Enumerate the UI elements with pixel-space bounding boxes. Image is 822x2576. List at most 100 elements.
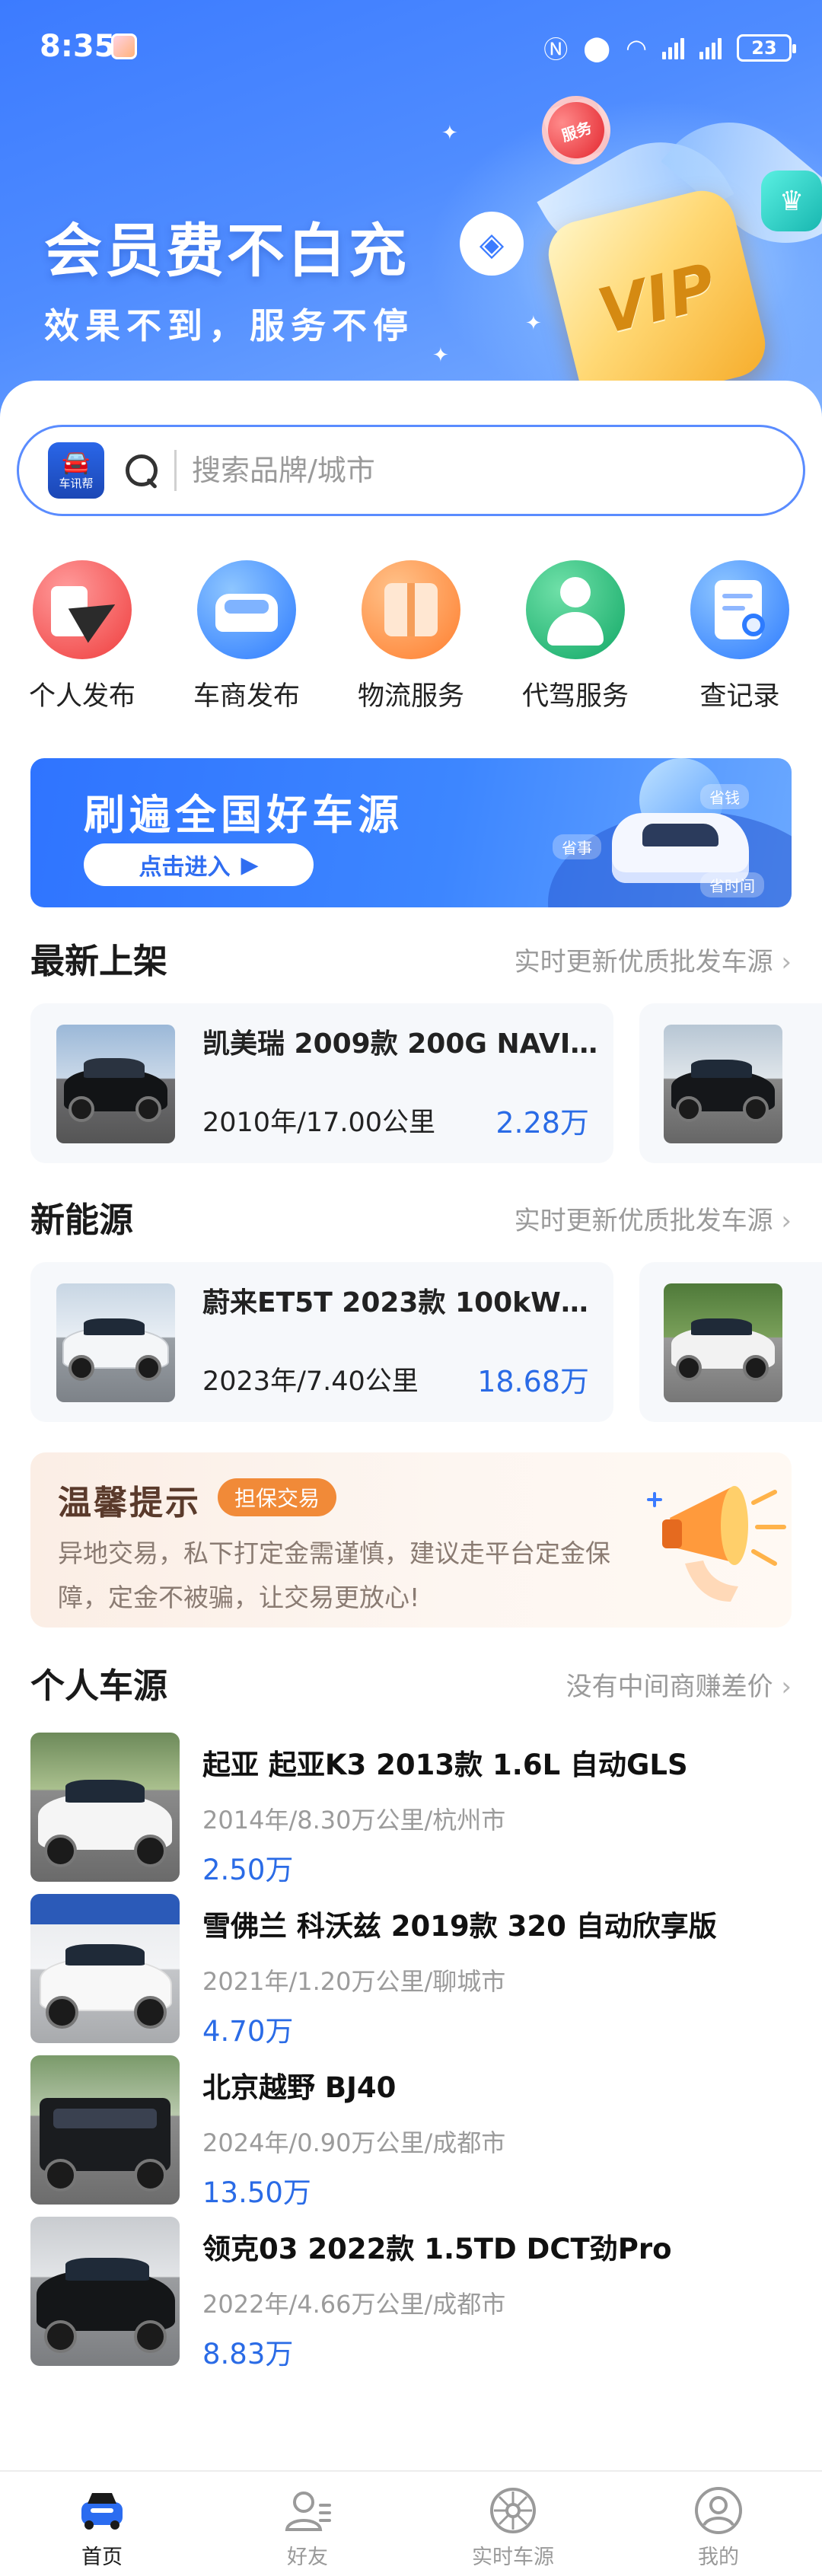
list-item-price: 8.83万 [202, 2338, 294, 2370]
search-input[interactable] [192, 454, 770, 487]
list-item[interactable]: 雪佛兰 科沃兹 2019款 320 自动欣享版 2021年/1.20万公里/聊城… [30, 1894, 792, 2048]
megaphone-icon [647, 1486, 786, 1602]
banner-enter-label: 点击进入 [139, 854, 231, 881]
nfc-icon: Ⓝ [543, 35, 569, 64]
hero-banner[interactable]: 8:35 Ⓝ ⬤ ◠ 23 会员费不白充 效果不到，服务不停 服务 ◈ ♛ VI… [0, 0, 822, 426]
sparkle-icon: ✦ [525, 312, 542, 335]
quick-action-dealer-publish[interactable]: 车商发布 [170, 560, 323, 713]
car-card[interactable] [639, 1003, 822, 1163]
list-item-title: 起亚 起亚K3 2013款 1.6L 自动GLS [202, 1749, 688, 1781]
location-icon: ⬤ [583, 33, 611, 62]
list-item[interactable]: 领克03 2022款 1.5TD DCT劲Pro 2022年/4.66万公里/成… [30, 2217, 792, 2370]
list-item-info: 2022年/4.66万公里/成都市 [202, 2290, 506, 2319]
battery-icon: 23 [737, 34, 796, 62]
quick-action-label: 个人发布 [28, 681, 135, 712]
list-item-price: 13.50万 [202, 2176, 311, 2209]
tab-me[interactable]: 我的 [642, 2485, 795, 2570]
quick-action-label: 代驾服务 [521, 681, 629, 712]
crown-icon: ♛ [761, 171, 822, 231]
notice-text: 异地交易，私下打定金需谨慎，建议走平台定金保障，定金不被骗，让交易更放心! [58, 1538, 610, 1612]
car-card-title: 凯美瑞 2009款 200G NAVI… [202, 1028, 598, 1060]
promo-banner[interactable]: 省钱 省事 省时间 刷遍全国好车源 点击进入 ▶ [30, 758, 792, 907]
profile-icon [693, 2485, 744, 2536]
list-item[interactable]: 北京越野 BJ40 2024年/0.90万公里/成都市 13.50万 [30, 2055, 792, 2209]
banner-tag: 省钱 [700, 784, 749, 809]
list-item-price: 2.50万 [202, 1854, 294, 1886]
tab-label: 好友 [287, 2546, 328, 2569]
signal-icon [662, 37, 684, 59]
banner-tag: 省时间 [700, 872, 764, 897]
section-more-personal[interactable]: 没有中间商赚差价 [566, 1666, 792, 1703]
list-item-title: 领克03 2022款 1.5TD DCT劲Pro [202, 2233, 672, 2265]
list-item-info: 2021年/1.20万公里/聊城市 [202, 1967, 506, 1996]
car-card-title: 蔚来ET5T 2023款 100kW… [202, 1287, 588, 1318]
friends-icon [282, 2485, 333, 2536]
quick-action-personal-publish[interactable]: 个人发布 [6, 560, 158, 713]
document-search-icon [690, 560, 789, 659]
hero-subtitle: 效果不到，服务不停 [44, 305, 414, 346]
car-card-price: 18.68万 [477, 1365, 589, 1398]
car-card[interactable]: 蔚来ET5T 2023款 100kW… 2023年/7.40公里 18.68万 [30, 1262, 613, 1422]
quick-action-records[interactable]: 查记录 [664, 560, 816, 713]
car-photo [30, 2217, 180, 2366]
sparkle-icon: ✦ [441, 122, 458, 145]
quick-action-chauffeur[interactable]: 代驾服务 [499, 560, 652, 713]
banner-enter-button[interactable]: 点击进入 ▶ [84, 843, 314, 886]
list-item-info: 2014年/8.30万公里/杭州市 [202, 1806, 506, 1835]
vip-badge-text: VIP [591, 250, 723, 349]
section-more-latest[interactable]: 实时更新优质批发车源 [515, 941, 792, 978]
car-card[interactable]: 凯美瑞 2009款 200G NAVI… 2010年/17.00公里 2.28万 [30, 1003, 613, 1163]
app-logo-text: 车讯帮 [59, 476, 94, 490]
package-icon [362, 560, 460, 659]
tab-home[interactable]: 首页 [26, 2485, 178, 2570]
notice-card[interactable]: 温馨提示 担保交易 异地交易，私下打定金需谨慎，建议走平台定金保障，定金不被骗，… [30, 1452, 792, 1628]
section-title-personal: 个人车源 [30, 1666, 168, 1706]
banner-tag: 省事 [553, 834, 601, 859]
section-more-new-energy[interactable]: 实时更新优质批发车源 [515, 1200, 792, 1237]
status-time: 8:35 [40, 29, 116, 64]
hero-title: 会员费不白充 [44, 217, 409, 285]
app-logo: 🚘 车讯帮 [48, 442, 104, 499]
notice-tag: 担保交易 [218, 1478, 337, 1516]
latest-card-row[interactable]: 凯美瑞 2009款 200G NAVI… 2010年/17.00公里 2.28万 [30, 1003, 822, 1163]
car-photo [30, 1733, 180, 1882]
car-photo [30, 1894, 180, 2043]
new-energy-card-row[interactable]: 蔚来ET5T 2023款 100kW… 2023年/7.40公里 18.68万 [30, 1262, 822, 1422]
section-title-latest: 最新上架 [30, 941, 168, 981]
quick-action-label: 查记录 [699, 681, 780, 712]
search-bar[interactable]: 🚘 车讯帮 [17, 425, 805, 516]
list-item[interactable]: 起亚 起亚K3 2013款 1.6L 自动GLS 2014年/8.30万公里/杭… [30, 1733, 792, 1886]
car-card-price: 2.28万 [495, 1106, 589, 1140]
section-title-new-energy: 新能源 [30, 1200, 134, 1240]
home-car-icon [77, 2485, 127, 2536]
car-card[interactable] [639, 1262, 822, 1422]
bottom-tab-bar: 首页 好友 实时车源 我的 [0, 2470, 822, 2576]
signal-icon-2 [699, 37, 722, 59]
banner-title: 刷遍全国好车源 [84, 791, 403, 839]
search-divider [174, 450, 177, 491]
car-photo [30, 2055, 180, 2205]
quick-action-label: 物流服务 [357, 681, 464, 712]
tab-live-listings[interactable]: 实时车源 [437, 2485, 589, 2570]
car-card-info: 2010年/17.00公里 [202, 1108, 436, 1138]
wifi-icon: ◠ [626, 33, 647, 62]
status-bar: 8:35 Ⓝ ⬤ ◠ 23 [0, 0, 822, 91]
quick-action-logistics[interactable]: 物流服务 [335, 560, 487, 713]
search-icon[interactable] [121, 450, 162, 491]
quick-actions: 个人发布 车商发布 物流服务 代驾服务 查记录 [0, 560, 822, 713]
tab-friends[interactable]: 好友 [231, 2485, 384, 2570]
car-icon [197, 560, 296, 659]
play-icon: ▶ [241, 851, 259, 878]
list-item-price: 4.70万 [202, 2015, 294, 2048]
list-item-info: 2024年/0.90万公里/成都市 [202, 2128, 506, 2157]
car-card-info: 2023年/7.40公里 [202, 1366, 419, 1397]
tab-label: 实时车源 [472, 2546, 554, 2569]
status-icons: Ⓝ ⬤ ◠ 23 [543, 30, 796, 65]
car-photo [56, 1025, 175, 1143]
notice-title: 温馨提示 [58, 1484, 201, 1522]
app-notification-icon [111, 33, 137, 59]
shield-icon: ◈ [460, 212, 524, 276]
car-photo [664, 1025, 782, 1143]
tab-label: 我的 [698, 2546, 739, 2569]
paper-plane-icon [33, 560, 132, 659]
